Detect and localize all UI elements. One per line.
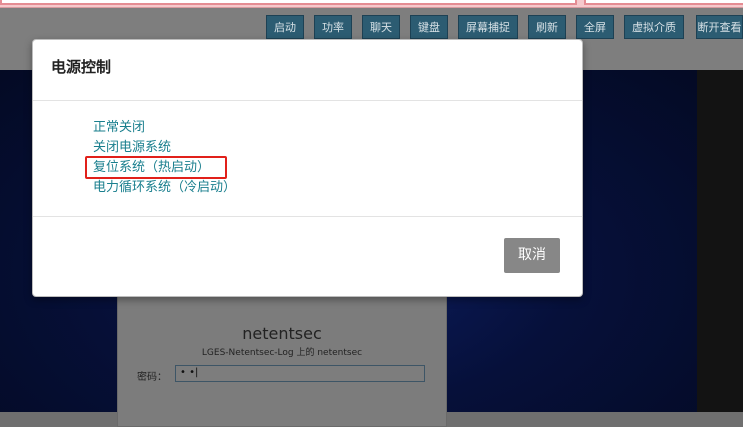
login-subtitle: LGES-Netentsec-Log 上的 netentsec (201, 348, 363, 358)
option-power-off-system[interactable]: 关闭电源系统 (93, 138, 236, 158)
top-input-right[interactable] (584, 0, 743, 5)
highlight-box (85, 156, 227, 179)
dialog-header-divider (33, 100, 582, 101)
toolbar-fullscreen-button[interactable]: 全屏 (576, 15, 614, 39)
toolbar-virtual-media-button[interactable]: 虚拟介质 (624, 15, 684, 39)
login-card: netentsec LGES-Netentsec-Log 上的 netentse… (117, 295, 447, 427)
cancel-button[interactable]: 取消 (504, 238, 560, 273)
toolbar-chat-button[interactable]: 聊天 (362, 15, 400, 39)
power-control-dialog: 电源控制 正常关闭 关闭电源系统 复位系统（热启动） 电力循环系统（冷启动） 取… (32, 39, 583, 297)
password-label: 密码： (137, 372, 167, 383)
toolbar-disconnect-button[interactable]: 断开查看 (696, 15, 743, 39)
power-options-list: 正常关闭 关闭电源系统 复位系统（热启动） 电力循环系统（冷启动） (85, 118, 236, 198)
top-input-left[interactable] (0, 0, 577, 5)
option-power-cycle-cold-boot[interactable]: 电力循环系统（冷启动） (93, 178, 236, 198)
dialog-footer-divider (33, 216, 582, 217)
console-side-panel (697, 70, 743, 412)
toolbar-refresh-button[interactable]: 刷新 (528, 15, 566, 39)
toolbar-power-button[interactable]: 功率 (314, 15, 352, 39)
password-field[interactable]: • •| (175, 365, 425, 382)
toolbar-keyboard-button[interactable]: 键盘 (410, 15, 448, 39)
toolbar-start-button[interactable]: 启动 (266, 15, 304, 39)
toolbar-screen-capture-button[interactable]: 屏幕捕捉 (458, 15, 518, 39)
login-hostname: netentsec (242, 324, 322, 343)
dialog-title: 电源控制 (51, 58, 112, 76)
option-normal-shutdown[interactable]: 正常关闭 (93, 118, 236, 138)
